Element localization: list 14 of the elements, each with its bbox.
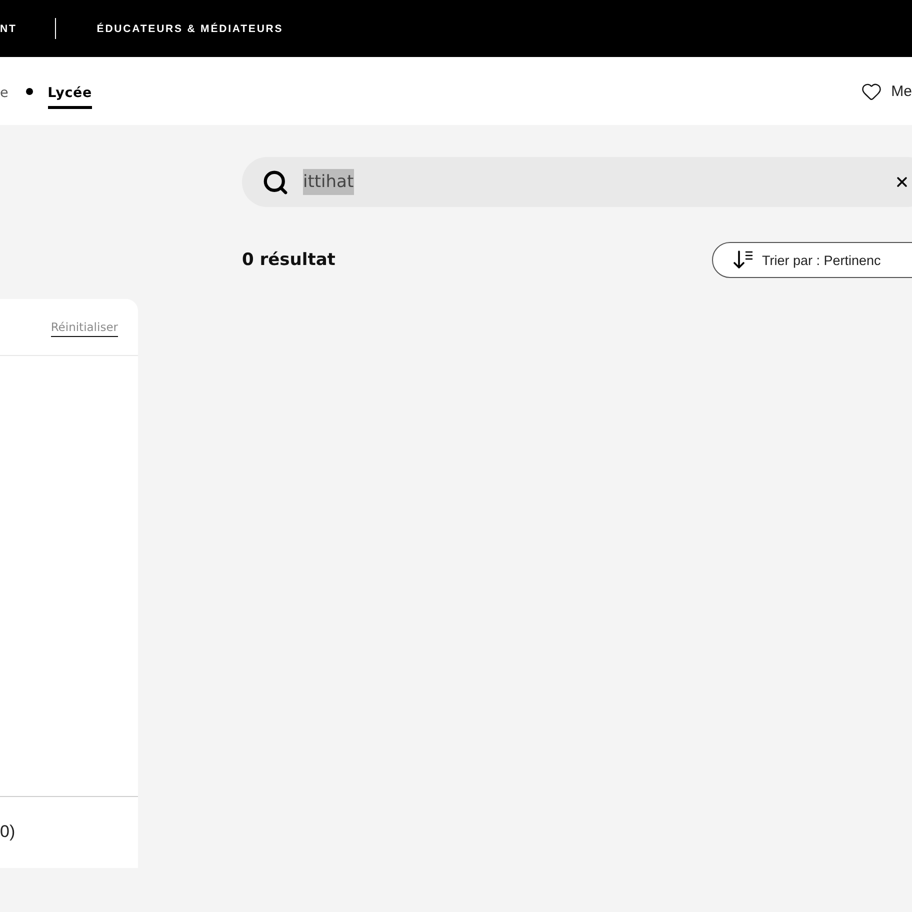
search-icon	[262, 168, 289, 196]
sort-button[interactable]: Trier par : Pertinenc	[712, 242, 912, 278]
level-tab[interactable]: Lycée	[48, 81, 92, 109]
favorites-link[interactable]: Me	[861, 80, 912, 102]
level-tab[interactable]: e	[0, 81, 9, 109]
search-value: ittihat	[303, 169, 354, 195]
close-icon[interactable]	[894, 174, 910, 190]
filter-footer-text: 0)	[0, 822, 16, 842]
top-nav-link[interactable]: ÉDUCATEURS & MÉDIATEURS	[96, 22, 284, 34]
search-field[interactable]: ittihat	[242, 157, 912, 207]
results-count: 0 résultat	[242, 250, 336, 270]
sort-descending-icon	[733, 250, 753, 270]
separator-dot-icon	[26, 88, 33, 94]
top-nav-link[interactable]: NT	[0, 22, 17, 34]
